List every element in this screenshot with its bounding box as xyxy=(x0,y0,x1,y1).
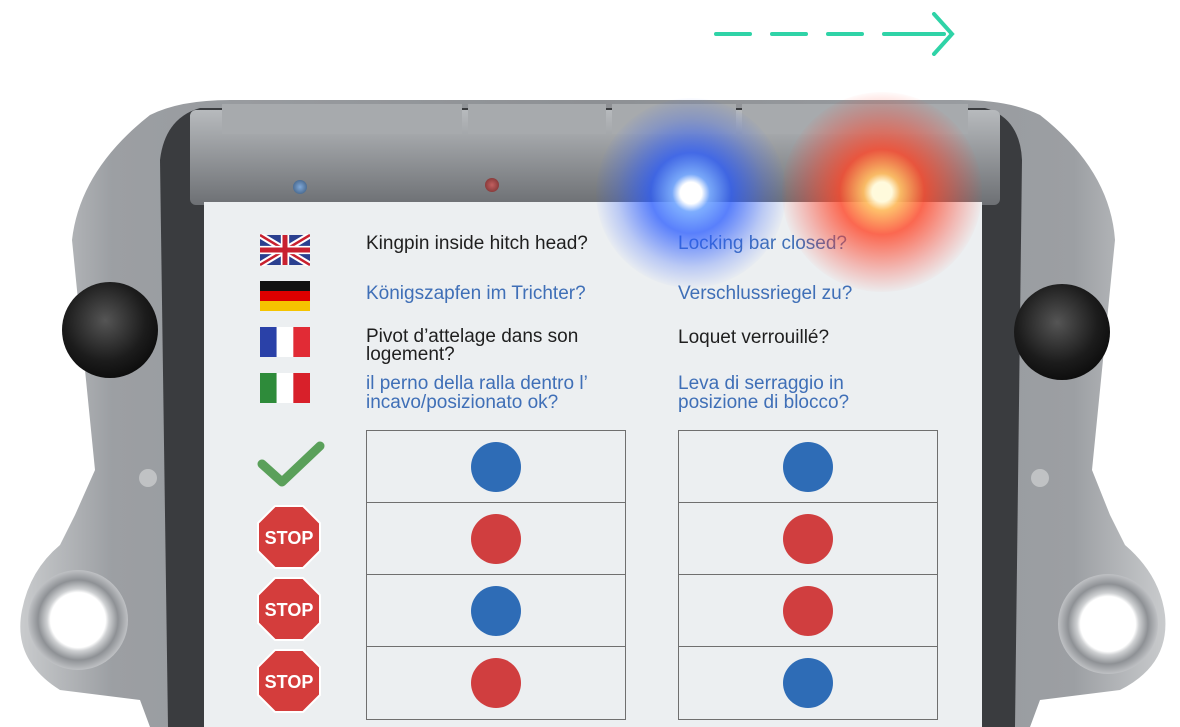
instruction-label-panel: Kingpin inside hitch head? Locking bar c… xyxy=(204,202,982,727)
kingpin-indicator-dot xyxy=(471,442,521,492)
kingpin-indicator-dot xyxy=(471,514,521,564)
stop-sign-icon: STOP xyxy=(257,505,321,569)
left-knob xyxy=(62,282,158,378)
red-led-off xyxy=(485,178,499,192)
locking-bar-indicator-dot xyxy=(783,514,833,564)
right-mounting-hole xyxy=(1058,574,1158,674)
germany-flag-icon xyxy=(260,281,310,311)
kingpin-status-grid xyxy=(366,430,626,720)
stop-sign-icon: STOP xyxy=(257,577,321,641)
right-knob xyxy=(1014,284,1110,380)
question-kingpin-de: Königszapfen im Trichter? xyxy=(366,283,586,304)
question-kingpin-it: il perno della ralla dentro l’ incavo/po… xyxy=(366,373,588,413)
locking-bar-indicator-dot xyxy=(783,658,833,708)
question-kingpin-fr: Pivot d’attelage dans son logement? xyxy=(366,326,579,365)
locking-bar-status-grid xyxy=(678,430,938,720)
uk-flag-icon xyxy=(260,234,310,266)
italy-flag-icon xyxy=(260,373,310,403)
question-locking-bar-it: Leva di serraggio in posizione di blocco… xyxy=(678,373,850,413)
left-mounting-hole xyxy=(28,570,128,670)
blue-led-off xyxy=(293,180,307,194)
stop-sign-icon: STOP xyxy=(257,649,321,713)
kingpin-indicator-dot xyxy=(471,658,521,708)
question-kingpin-en: Kingpin inside hitch head? xyxy=(366,233,588,254)
checkmark-icon xyxy=(257,441,325,487)
svg-text:STOP: STOP xyxy=(265,672,314,692)
question-locking-bar-en: Locking bar closed? xyxy=(678,233,847,254)
indicator-device: Kingpin inside hitch head? Locking bar c… xyxy=(0,0,1180,727)
locking-bar-indicator-dot xyxy=(783,586,833,636)
svg-text:STOP: STOP xyxy=(265,600,314,620)
question-locking-bar-fr: Loquet verrouillé? xyxy=(678,327,830,348)
locking-bar-indicator-dot xyxy=(783,442,833,492)
svg-text:STOP: STOP xyxy=(265,528,314,548)
kingpin-indicator-dot xyxy=(471,586,521,636)
france-flag-icon xyxy=(260,327,310,357)
question-locking-bar-de: Verschlussriegel zu? xyxy=(678,283,853,304)
